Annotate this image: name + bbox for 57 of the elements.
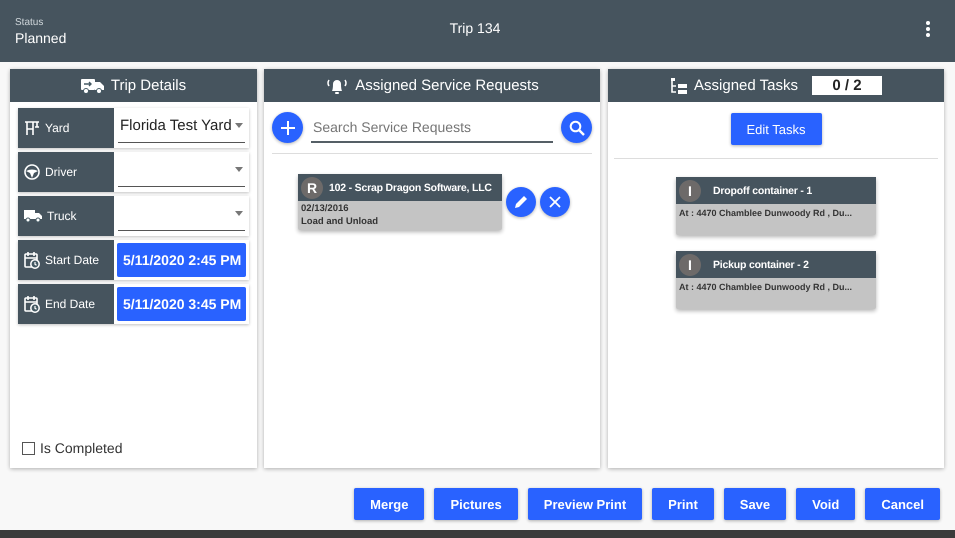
search-icon xyxy=(568,120,584,136)
request-type: Load and Unload xyxy=(300,215,380,227)
checkbox-label: Is Completed xyxy=(40,440,122,456)
status-value: Planned xyxy=(15,30,68,46)
avatar-badge: I xyxy=(679,254,701,276)
caret-icon xyxy=(235,210,243,216)
edit-tasks-button[interactable]: Edit Tasks xyxy=(730,113,822,145)
checkbox[interactable] xyxy=(22,442,35,454)
service-request-card[interactable]: R 102 - Scrap Dragon Software, LLC 02/13/2016 Load and Unload xyxy=(298,174,502,230)
task-address: At : 4470 Chamblee Dunwoody Rd , Du... xyxy=(678,281,854,292)
action-button[interactable]: Save xyxy=(724,488,786,520)
action-button[interactable]: Print xyxy=(652,488,714,520)
action-button[interactable]: Merge xyxy=(354,488,424,520)
date-field[interactable]: 5/11/2020 2:45 PM xyxy=(117,243,246,277)
more-icon[interactable] xyxy=(925,20,931,38)
task-card[interactable]: I Dropoff container - 1 At : 4470 Chamblee Dunwoody Rd , Du... xyxy=(676,177,876,235)
add-button[interactable] xyxy=(272,112,303,143)
action-button[interactable]: Preview Print xyxy=(528,488,642,520)
avatar-badge: R xyxy=(301,176,323,198)
card-title: Dropoff container - 1 xyxy=(713,184,812,196)
field-label: End Date xyxy=(18,284,114,324)
task-card[interactable]: I Pickup container - 2 At : 4470 Chamblee Dunwoody Rd , Du... xyxy=(676,251,876,309)
dropdown-field[interactable]: Florida Test Yard xyxy=(118,108,245,143)
calendar-clock-icon xyxy=(24,295,40,313)
field-label: Driver xyxy=(18,152,114,192)
field-label: Truck xyxy=(18,196,114,236)
close-icon xyxy=(549,196,561,208)
steering-wheel-icon xyxy=(24,164,40,180)
crane-icon xyxy=(24,120,40,136)
avatar-badge: I xyxy=(679,180,701,202)
task-address: At : 4470 Chamblee Dunwoody Rd , Du... xyxy=(678,207,854,218)
request-date: 02/13/2016 xyxy=(300,202,350,214)
calendar-clock-icon xyxy=(24,251,40,269)
pencil-icon xyxy=(514,195,528,209)
plus-icon xyxy=(280,120,294,134)
remove-button[interactable] xyxy=(540,187,570,217)
task-count: 0 / 2 xyxy=(812,76,882,95)
window-title: Trip 134 xyxy=(448,20,502,36)
panel-title: Trip Details xyxy=(110,77,186,94)
date-field[interactable]: 5/11/2020 3:45 PM xyxy=(117,287,246,321)
edit-button[interactable] xyxy=(506,187,536,217)
caret-icon xyxy=(235,122,243,128)
tree-list-icon xyxy=(670,78,688,94)
action-button[interactable]: Pictures xyxy=(434,488,518,520)
search-button[interactable] xyxy=(561,112,592,143)
truck-icon xyxy=(80,78,105,94)
truck-icon xyxy=(24,209,42,223)
panel-title: Assigned Service Requests xyxy=(355,77,539,94)
field-label: Yard xyxy=(18,108,114,148)
action-button[interactable]: Cancel xyxy=(865,488,940,520)
card-title: Pickup container - 2 xyxy=(713,258,809,270)
caret-icon xyxy=(235,166,243,172)
status-label: Status xyxy=(15,16,44,28)
field-label: Start Date xyxy=(18,240,114,280)
action-button[interactable]: Void xyxy=(796,488,856,520)
panel-title: Assigned Tasks xyxy=(694,77,798,94)
card-title: 102 - Scrap Dragon Software, LLC xyxy=(329,182,492,194)
